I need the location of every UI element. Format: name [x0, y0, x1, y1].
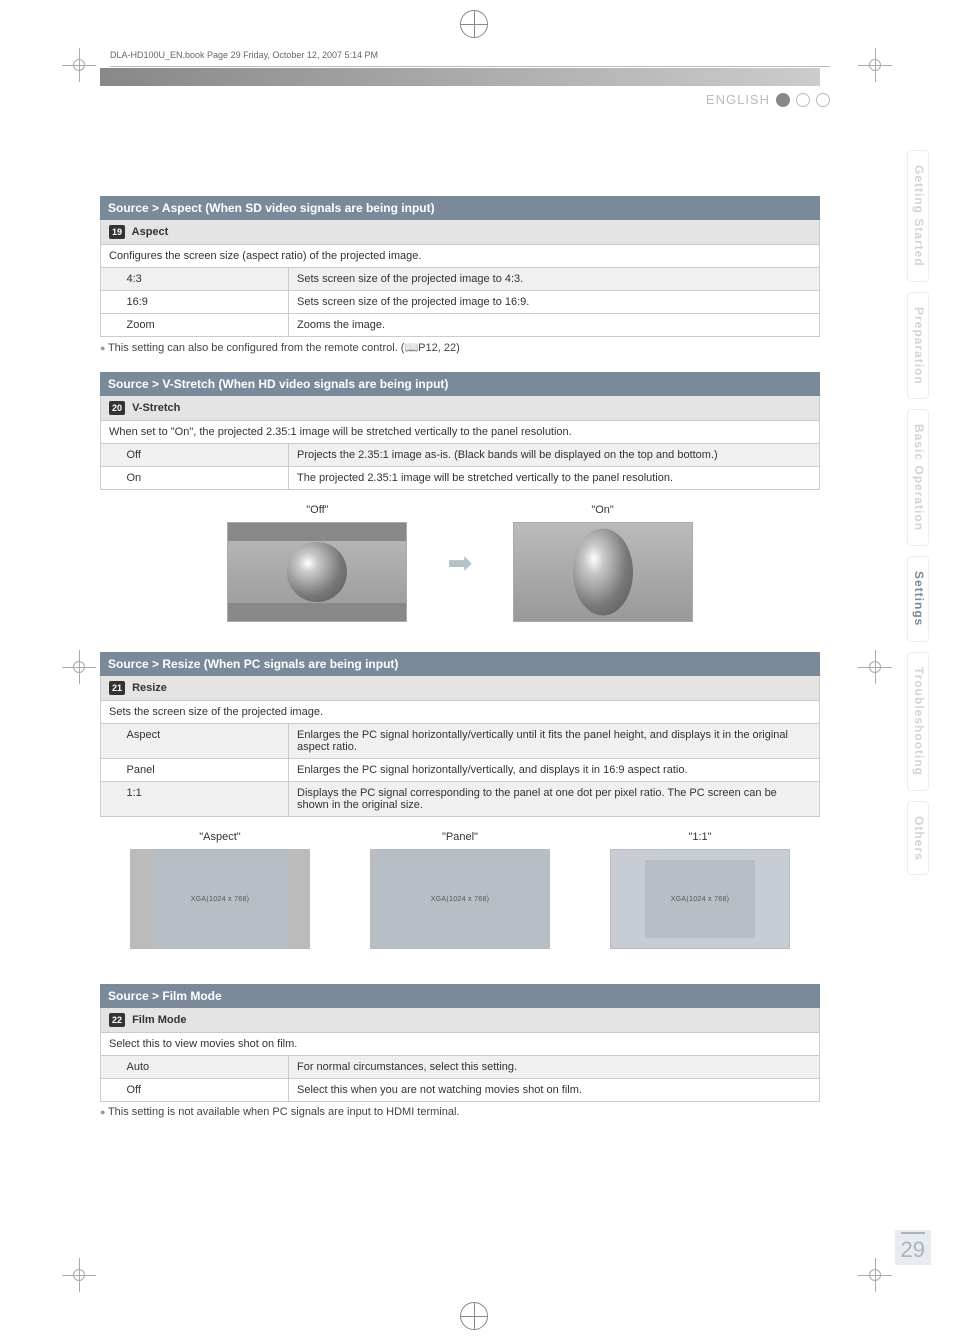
- page-number: 29: [895, 1230, 931, 1265]
- crop-mark-icon: [858, 1258, 892, 1292]
- illus-label-aspect: "Aspect": [130, 831, 310, 843]
- section-title-vstretch: Source > V-Stretch (When HD video signal…: [100, 372, 820, 396]
- subsection-resize: 21 Resize: [100, 676, 820, 701]
- illus-label-on: "On": [513, 504, 693, 516]
- section-title-aspect: Source > Aspect (When SD video signals a…: [100, 196, 820, 220]
- dot-empty-icon: [796, 93, 810, 107]
- subsection-aspect: 19 Aspect: [100, 220, 820, 245]
- note-text: This setting can also be configured from…: [100, 341, 820, 354]
- option-name: Auto: [119, 1056, 289, 1079]
- language-label: ENGLISH: [706, 92, 770, 107]
- option-value: Select this when you are not watching mo…: [289, 1079, 820, 1102]
- options-table-resize: AspectEnlarges the PC signal horizontall…: [100, 724, 820, 817]
- section-description: Select this to view movies shot on film.: [100, 1033, 820, 1056]
- item-number-badge: 22: [109, 1013, 125, 1027]
- section-description: Sets the screen size of the projected im…: [100, 701, 820, 724]
- subsection-label: Film Mode: [132, 1014, 186, 1026]
- option-name: 4:3: [119, 268, 289, 291]
- side-tab-basic-operation[interactable]: Basic Operation: [907, 409, 929, 546]
- table-row: OnThe projected 2.35:1 image will be str…: [101, 467, 820, 490]
- option-name: 1:1: [119, 782, 289, 817]
- language-indicator: ENGLISH: [706, 92, 830, 107]
- registration-mark-icon: [460, 10, 488, 38]
- side-tab-troubleshooting[interactable]: Troubleshooting: [907, 652, 929, 791]
- screen-preview-on: [513, 522, 693, 622]
- table-row: ZoomZooms the image.: [101, 314, 820, 337]
- option-value: Enlarges the PC signal horizontally/vert…: [289, 724, 820, 759]
- table-row: PanelEnlarges the PC signal horizontally…: [101, 759, 820, 782]
- resolution-label: XGA(1024 x 768): [371, 850, 549, 948]
- table-row: AutoFor normal circumstances, select thi…: [101, 1056, 820, 1079]
- table-row: 1:1Displays the PC signal corresponding …: [101, 782, 820, 817]
- option-name: Off: [119, 1079, 289, 1102]
- option-value: Projects the 2.35:1 image as-is. (Black …: [289, 444, 820, 467]
- options-table-aspect: 4:3Sets screen size of the projected ima…: [100, 268, 820, 337]
- section-description: When set to "On", the projected 2.35:1 i…: [100, 421, 820, 444]
- registration-mark-icon: [460, 1302, 488, 1330]
- option-name: Off: [119, 444, 289, 467]
- options-table-vstretch: OffProjects the 2.35:1 image as-is. (Bla…: [100, 444, 820, 490]
- option-value: Sets screen size of the projected image …: [289, 291, 820, 314]
- side-tab-others[interactable]: Others: [907, 801, 929, 876]
- option-value: Sets screen size of the projected image …: [289, 268, 820, 291]
- subsection-label: Aspect: [132, 226, 169, 238]
- section-description: Configures the screen size (aspect ratio…: [100, 245, 820, 268]
- section-title-resize: Source > Resize (When PC signals are bei…: [100, 652, 820, 676]
- resize-illustration: "Aspect" XGA(1024 x 768) "Panel" XGA(102…: [100, 831, 820, 949]
- screen-preview-aspect: XGA(1024 x 768): [130, 849, 310, 949]
- option-name: On: [119, 467, 289, 490]
- screen-preview-one: XGA(1024 x 768): [610, 849, 790, 949]
- sphere-icon: [573, 529, 633, 616]
- table-row: OffSelect this when you are not watching…: [101, 1079, 820, 1102]
- content-area: Source > Aspect (When SD video signals a…: [100, 196, 820, 1118]
- sphere-icon: [287, 542, 347, 602]
- divider: [110, 66, 830, 67]
- table-row: OffProjects the 2.35:1 image as-is. (Bla…: [101, 444, 820, 467]
- illus-label-panel: "Panel": [370, 831, 550, 843]
- side-tab-preparation[interactable]: Preparation: [907, 292, 929, 400]
- illus-label-one: "1:1": [610, 831, 790, 843]
- dot-empty-icon: [816, 93, 830, 107]
- option-name: 16:9: [119, 291, 289, 314]
- illus-label-off: "Off": [227, 504, 407, 516]
- option-name: Aspect: [119, 724, 289, 759]
- subsection-label: V-Stretch: [132, 402, 180, 414]
- note-text: This setting is not available when PC si…: [100, 1106, 820, 1118]
- option-value: For normal circumstances, select this se…: [289, 1056, 820, 1079]
- option-value: Displays the PC signal corresponding to …: [289, 782, 820, 817]
- resolution-label: XGA(1024 x 768): [645, 860, 755, 938]
- side-tabs: Getting Started Preparation Basic Operat…: [907, 150, 929, 875]
- screen-preview-panel: XGA(1024 x 768): [370, 849, 550, 949]
- option-value: Enlarges the PC signal horizontally/vert…: [289, 759, 820, 782]
- item-number-badge: 19: [109, 225, 125, 239]
- option-value: The projected 2.35:1 image will be stret…: [289, 467, 820, 490]
- resolution-label: XGA(1024 x 768): [150, 850, 290, 948]
- table-row: 16:9Sets screen size of the projected im…: [101, 291, 820, 314]
- options-table-film: AutoFor normal circumstances, select thi…: [100, 1056, 820, 1102]
- section-title-film: Source > Film Mode: [100, 984, 820, 1008]
- table-row: 4:3Sets screen size of the projected ima…: [101, 268, 820, 291]
- book-meta: DLA-HD100U_EN.book Page 29 Friday, Octob…: [100, 50, 870, 60]
- item-number-badge: 20: [109, 401, 125, 415]
- crop-mark-icon: [62, 1258, 96, 1292]
- option-name: Zoom: [119, 314, 289, 337]
- side-tab-settings[interactable]: Settings: [907, 556, 929, 641]
- crop-mark-icon: [62, 650, 96, 684]
- page-body: DLA-HD100U_EN.book Page 29 Friday, Octob…: [100, 50, 870, 1136]
- item-number-badge: 21: [109, 681, 125, 695]
- crop-mark-icon: [62, 48, 96, 82]
- header-gradient: [100, 68, 820, 86]
- option-name: Panel: [119, 759, 289, 782]
- dot-filled-icon: [776, 93, 790, 107]
- side-tab-getting-started[interactable]: Getting Started: [907, 150, 929, 282]
- table-row: AspectEnlarges the PC signal horizontall…: [101, 724, 820, 759]
- arrow-right-icon: ➡: [447, 546, 472, 581]
- option-value: Zooms the image.: [289, 314, 820, 337]
- subsection-vstretch: 20 V-Stretch: [100, 396, 820, 421]
- screen-preview-off: [227, 522, 407, 622]
- vstretch-illustration: "Off" ➡ "On": [100, 504, 820, 622]
- subsection-film: 22 Film Mode: [100, 1008, 820, 1033]
- subsection-label: Resize: [132, 682, 167, 694]
